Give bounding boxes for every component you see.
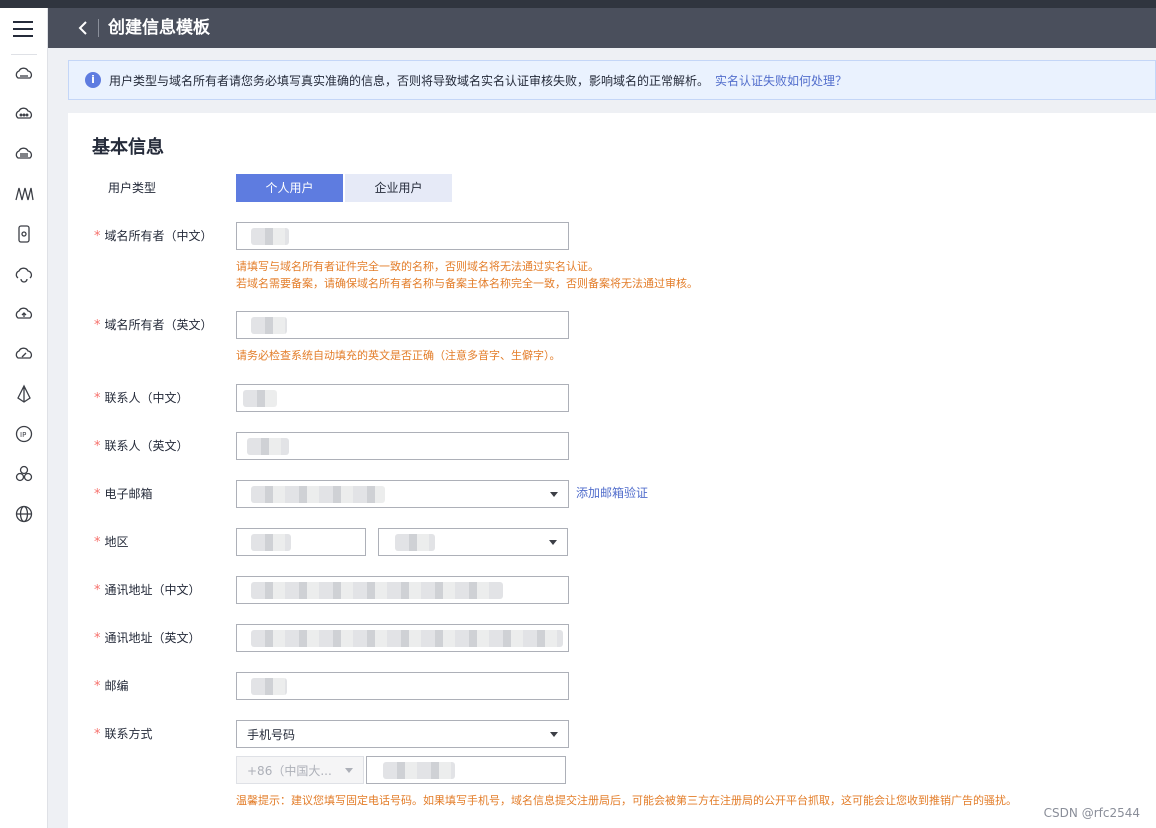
page-header: 创建信息模板	[48, 8, 1156, 48]
back-arrow-icon[interactable]	[74, 17, 94, 39]
info-icon: i	[85, 72, 101, 88]
top-strip	[0, 0, 1156, 8]
network-icon[interactable]	[13, 183, 35, 205]
section-title: 基本信息	[92, 137, 164, 158]
address-en-label: * 通讯地址（英文）	[94, 631, 201, 646]
user-type-enterprise-button[interactable]: 企业用户	[345, 174, 452, 202]
header-divider	[98, 19, 99, 37]
owner-en-label: * 域名所有者（英文）	[94, 318, 213, 333]
notice-text: 用户类型与域名所有者请您务必填写真实准确的信息，否则将导致域名实名认证审核失败，…	[109, 73, 847, 89]
device-icon[interactable]	[13, 223, 35, 245]
region-city-select[interactable]	[378, 528, 568, 556]
ip-icon[interactable]: IP	[13, 423, 35, 445]
cloud-icon[interactable]	[13, 103, 35, 125]
distribute-icon[interactable]	[13, 383, 35, 405]
address-cn-label: * 通讯地址（中文）	[94, 583, 201, 598]
watermark: CSDN @rfc2544	[1043, 806, 1140, 820]
sidebar: IP	[0, 8, 48, 828]
email-select[interactable]	[236, 480, 569, 508]
contact-method-value: 手机号码	[247, 728, 296, 742]
contact-en-input[interactable]	[236, 432, 569, 460]
region-label: * 地区	[94, 535, 129, 550]
notice-help-link[interactable]: 实名认证失败如何处理？	[715, 74, 847, 88]
notice-message: 用户类型与域名所有者请您务必填写真实准确的信息，否则将导致域名实名认证审核失败，…	[109, 74, 710, 88]
required-mark: *	[94, 229, 101, 244]
chevron-down-icon	[345, 768, 353, 773]
region-province-select[interactable]	[236, 528, 366, 556]
contact-en-label: * 联系人（英文）	[94, 439, 189, 454]
address-cn-input[interactable]	[236, 576, 569, 604]
contact-method-label: * 联系方式	[94, 727, 153, 742]
sidebar-divider	[11, 54, 37, 55]
cloud-speed-icon[interactable]	[13, 343, 35, 365]
address-en-input[interactable]	[236, 624, 569, 652]
owner-en-input[interactable]	[236, 311, 569, 339]
contact-cn-input[interactable]	[236, 384, 569, 412]
cloud-storage-icon[interactable]	[13, 143, 35, 165]
form-card: 基本信息 用户类型 个人用户 企业用户 * 域名所有者（中文） 请填写与域名所有者…	[68, 113, 1156, 828]
contact-cn-label: * 联系人（中文）	[94, 391, 189, 406]
user-type-personal-button[interactable]: 个人用户	[236, 174, 343, 202]
add-email-verify-link[interactable]: 添加邮箱验证	[576, 485, 648, 501]
cluster-icon[interactable]	[13, 463, 35, 485]
cloud-sync-icon[interactable]	[13, 263, 35, 285]
info-notice: i 用户类型与域名所有者请您务必填写真实准确的信息，否则将导致域名实名认证审核失…	[68, 60, 1156, 100]
user-type-label: 用户类型	[108, 181, 157, 195]
chevron-down-icon	[550, 492, 558, 497]
owner-cn-label: * 域名所有者（中文）	[94, 229, 213, 244]
chevron-down-icon	[550, 732, 558, 737]
phone-number-input[interactable]	[366, 756, 566, 784]
owner-cn-input[interactable]	[236, 222, 569, 250]
country-code-select[interactable]: +86（中国大...	[236, 756, 364, 784]
hamburger-menu-icon[interactable]	[13, 21, 33, 39]
contact-method-select[interactable]: 手机号码	[236, 720, 569, 748]
chevron-down-icon	[549, 540, 557, 545]
owner-cn-hint-2: 若域名需要备案，请确保域名所有者名称与备案主体名称完全一致，否则备案将无法通过审…	[236, 277, 698, 290]
svg-text:IP: IP	[20, 431, 26, 439]
cloud-server-icon[interactable]	[13, 63, 35, 85]
owner-cn-hint-1: 请填写与域名所有者证件完全一致的名称，否则域名将无法通过实名认证。	[236, 260, 599, 273]
owner-en-hint: 请务必检查系统自动填充的英文是否正确（注意多音字、生僻字）。	[236, 349, 561, 362]
page-title: 创建信息模板	[108, 18, 210, 38]
postcode-label: * 邮编	[94, 679, 129, 694]
domain-globe-icon[interactable]	[13, 503, 35, 525]
email-label: * 电子邮箱	[94, 487, 153, 502]
contact-method-hint: 温馨提示：建议您填写固定电话号码。如果填写手机号，域名信息提交注册局后，可能会被…	[236, 794, 1017, 807]
postcode-input[interactable]	[236, 672, 569, 700]
cloud-upload-icon[interactable]	[13, 303, 35, 325]
country-code-value: +86（中国大...	[247, 764, 332, 778]
